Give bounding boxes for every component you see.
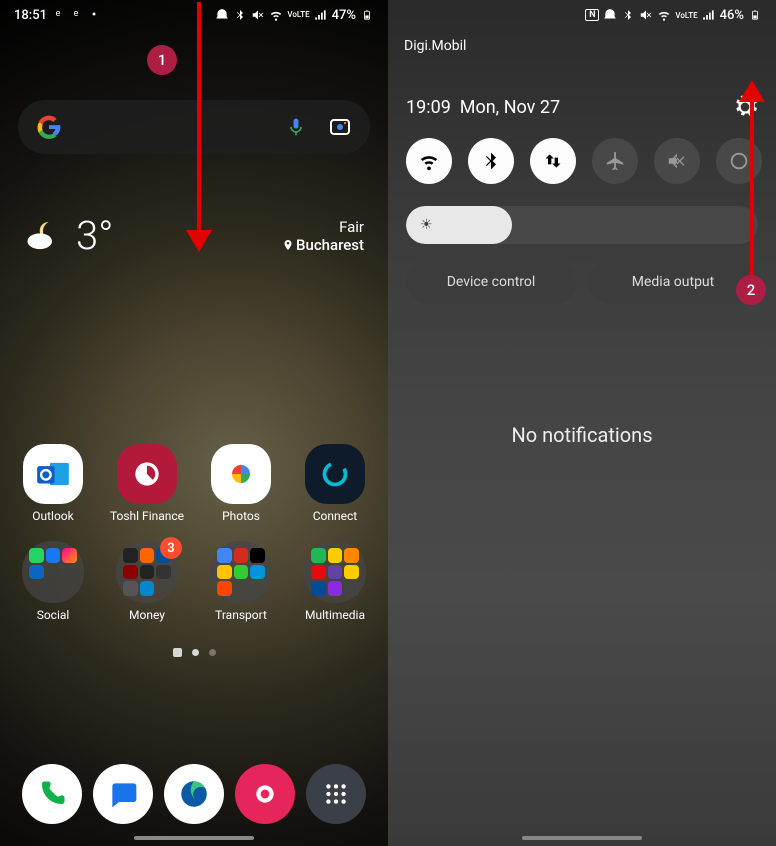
folder-multimedia[interactable]: Multimedia (290, 541, 380, 622)
volte-icon: VoLTE (287, 11, 309, 19)
apps-row-2: Social 3 Money Transport (6, 541, 382, 622)
notif-icon-1: ᵉ (51, 8, 65, 22)
qs-airplane[interactable] (592, 138, 638, 184)
lens-icon[interactable] (328, 115, 352, 139)
qs-wifi[interactable] (406, 138, 452, 184)
folder-social[interactable]: Social (8, 541, 98, 622)
carrier-label: Digi.Mobil (388, 32, 482, 60)
apps-row-1: Outlook Toshl Finance Photos Connect (6, 444, 382, 523)
garmin-icon (317, 456, 353, 492)
outlook-icon (34, 455, 72, 493)
phone-icon (37, 779, 67, 809)
quick-settings-row (388, 138, 776, 184)
page-indicator[interactable] (0, 648, 388, 657)
media-output-button[interactable]: Media output (588, 260, 758, 304)
weather-icon (24, 215, 66, 257)
app-photos[interactable]: Photos (196, 444, 286, 523)
alarm-icon (603, 8, 617, 22)
app-toshl[interactable]: Toshl Finance (102, 444, 192, 523)
dock-camera[interactable] (235, 764, 295, 824)
toshl-icon (127, 454, 167, 494)
nfc-icon: N (585, 9, 599, 21)
status-time: 18:51 (14, 8, 47, 23)
signal-icon (702, 8, 716, 22)
panel-datetime-row: 19:09 Mon, Nov 27 (388, 94, 776, 120)
battery-icon (748, 8, 762, 22)
brightness-slider[interactable]: ☀ (406, 206, 758, 244)
edge-icon (177, 777, 211, 811)
bluetooth-icon (621, 8, 635, 22)
nav-pill[interactable] (522, 836, 642, 840)
dock (0, 764, 388, 824)
brightness-icon: ☀ (420, 217, 433, 233)
mute-icon (639, 8, 653, 22)
wifi-icon (657, 8, 671, 22)
signal-icon (314, 8, 328, 22)
photos-icon (223, 456, 259, 492)
weather-condition: Fair (282, 218, 364, 236)
mic-icon[interactable] (286, 115, 306, 139)
bluetooth-icon (233, 8, 247, 22)
dock-messages[interactable] (93, 764, 153, 824)
apps-grid-icon (323, 781, 349, 807)
app-outlook[interactable]: Outlook (8, 444, 98, 523)
dock-phone[interactable] (22, 764, 82, 824)
wifi-icon (269, 8, 283, 22)
dock-apps[interactable] (306, 764, 366, 824)
mute-icon (251, 8, 265, 22)
location-pin-icon (282, 239, 294, 251)
annotation-marker-1: 1 (147, 45, 177, 75)
google-icon (36, 114, 62, 140)
home-screen: 18:51 ᵉ ᵉ • VoLTE 47% (0, 0, 388, 846)
notif-more-icon: • (87, 8, 101, 22)
panel-date: Mon, Nov 27 (460, 97, 560, 118)
no-notifications-label: No notifications (388, 423, 776, 447)
device-control-button[interactable]: Device control (406, 260, 576, 304)
nav-pill[interactable] (134, 836, 254, 840)
camera-icon (252, 781, 278, 807)
status-bar: N VoLTE 46% (388, 0, 776, 30)
folder-transport[interactable]: Transport (196, 541, 286, 622)
temperature: 3° (76, 212, 113, 259)
pointer-arrow (745, 80, 759, 280)
panel-time: 19:09 (406, 97, 451, 118)
volte-icon: VoLTE (675, 11, 697, 20)
battery-text: 46% (720, 8, 744, 23)
messages-icon (107, 778, 139, 810)
qs-sound[interactable] (654, 138, 700, 184)
qs-bluetooth[interactable] (468, 138, 514, 184)
notification-badge: 3 (160, 537, 182, 559)
qs-data[interactable] (530, 138, 576, 184)
dock-edge[interactable] (164, 764, 224, 824)
app-connect[interactable]: Connect (290, 444, 380, 523)
weather-location: Bucharest (296, 236, 364, 254)
notif-icon-2: ᵉ (69, 8, 83, 22)
battery-icon (360, 8, 374, 22)
alarm-icon (215, 8, 229, 22)
battery-text: 47% (332, 8, 356, 23)
folder-money[interactable]: 3 Money (102, 541, 192, 622)
notification-panel: N VoLTE 46% Digi.Mobil 19:09 Mon, Nov 27… (388, 0, 776, 846)
swipe-down-arrow (192, 2, 206, 252)
annotation-marker-2: 2 (736, 275, 766, 305)
